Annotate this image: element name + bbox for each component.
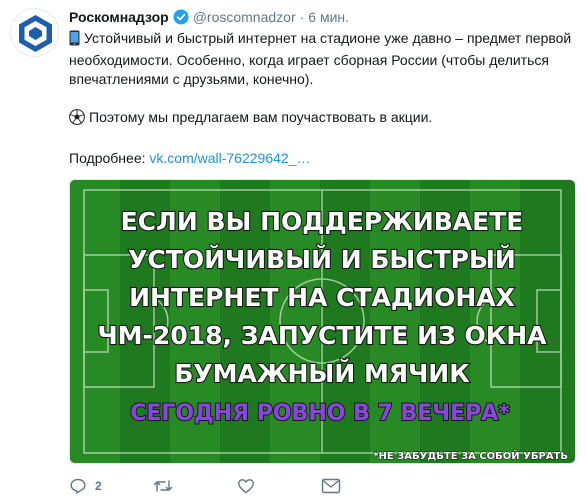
retweet-button[interactable] <box>153 477 237 495</box>
stadium-pitch-graphic: ЕСЛИ ВЫ ПОДДЕРЖИВАЕТЕ УСТОЙЧИВЫЙ И БЫСТР… <box>70 180 575 463</box>
verified-icon <box>173 9 189 25</box>
avatar[interactable] <box>10 8 59 57</box>
reply-count: 2 <box>95 479 102 493</box>
tweet-paragraph-3: Подробнее: vk.com/wall-76229642_… <box>69 149 574 168</box>
tweet-paragraph-1-text: Устойчивый и быстрый интернет на стадион… <box>69 30 572 87</box>
headline-line-2: УСТОЙЧИВЫЙ И БЫСТРЫЙ <box>128 245 516 274</box>
reply-button[interactable]: 2 <box>69 477 153 495</box>
headline-line-4: ЧМ-2018, ЗАПУСТИТЕ ИЗ ОКНА <box>97 321 547 350</box>
tweet-paragraph-2-text: Поэтому мы предлагаем вам поучаствовать … <box>89 109 433 125</box>
retweet-icon <box>153 480 173 492</box>
message-icon <box>321 478 341 494</box>
tweet-timestamp[interactable]: 6 мин. <box>308 9 349 25</box>
tweet-text: Устойчивый и быстрый интернет на стадион… <box>69 29 574 168</box>
author-name[interactable]: Роскомнадзор <box>69 9 169 25</box>
tweet-paragraph-2: Поэтому мы предлагаем вам поучаствовать … <box>69 108 574 130</box>
headline-line-1: ЕСЛИ ВЫ ПОДДЕРЖИВАЕТЕ <box>121 207 524 236</box>
headline-highlight: СЕГОДНЯ РОВНО В 7 ВЕЧЕРА* <box>130 401 510 426</box>
tweet-content: Роскомнадзор @roscomnadzor · 6 мин. Усто… <box>69 8 577 168</box>
headline-line-3: ИНТЕРНЕТ НА СТАДИОНАХ <box>129 283 515 312</box>
tweet-header: Роскомнадзор @roscomnadzor · 6 мин. <box>69 8 577 26</box>
tweet-actions: 2 <box>69 476 389 496</box>
like-icon <box>238 479 254 494</box>
phone-icon <box>69 30 80 51</box>
headline-line-5: БУМАЖНЫЙ МЯЧИК <box>174 359 470 388</box>
soccer-ball-icon <box>69 109 85 130</box>
tweet-link[interactable]: vk.com/wall-76229642_… <box>149 150 310 166</box>
roskomnadzor-logo <box>11 9 58 56</box>
author-handle[interactable]: @roscomnadzor <box>193 9 296 25</box>
tweet-image[interactable]: ЕСЛИ ВЫ ПОДДЕРЖИВАЕТЕ УСТОЙЧИВЫЙ И БЫСТР… <box>69 179 576 464</box>
image-footnote: *НЕ ЗАБУДЬТЕ ЗА СОБОЙ УБРАТЬ <box>373 449 568 462</box>
direct-message-button[interactable] <box>321 478 341 494</box>
more-label: Подробнее: <box>69 150 146 166</box>
separator-dot: · <box>299 9 305 25</box>
reply-icon <box>70 478 86 494</box>
tweet-paragraph-1: Устойчивый и быстрый интернет на стадион… <box>69 29 574 89</box>
like-button[interactable] <box>237 477 321 495</box>
